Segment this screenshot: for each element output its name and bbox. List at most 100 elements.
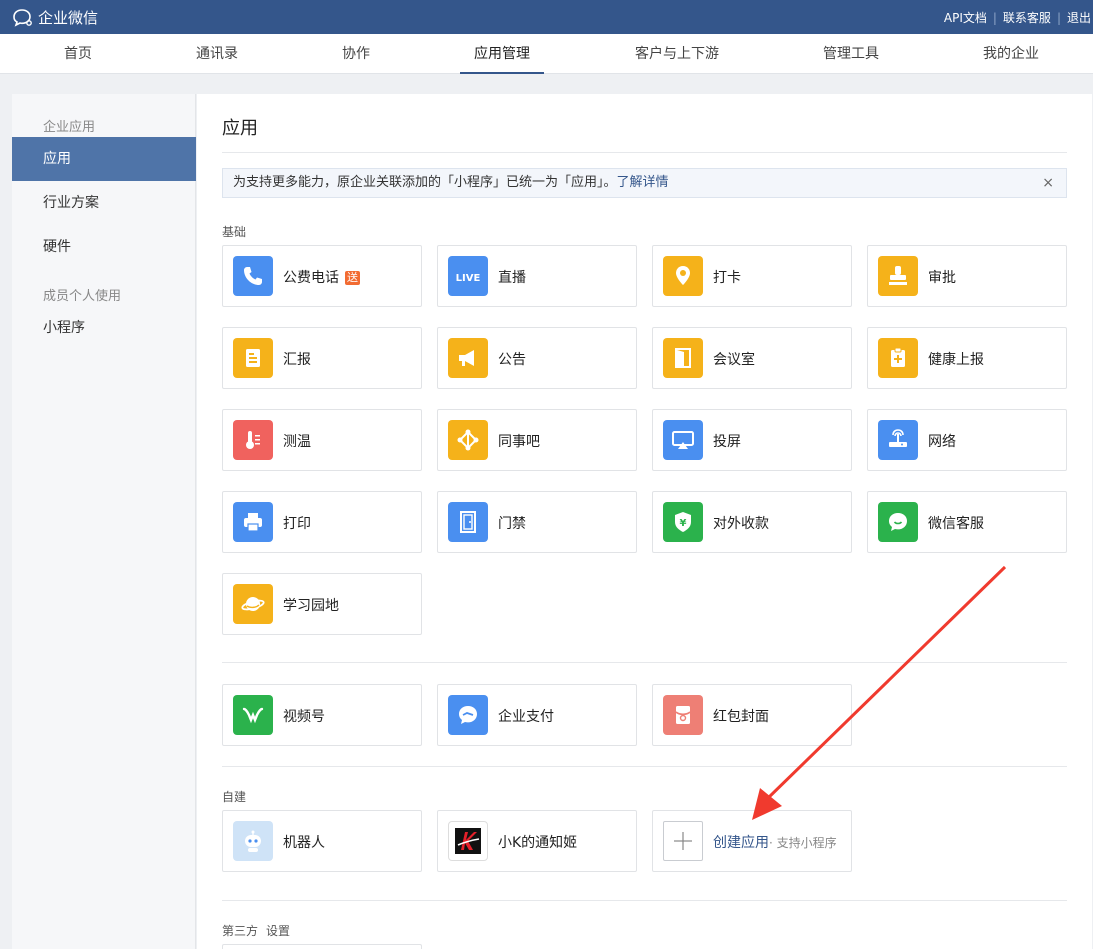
sidebar: 企业应用 应用 行业方案 硬件 成员个人使用 小程序 xyxy=(12,94,196,949)
notice-banner: 为支持更多能力，原企业关联添加的「小程序」已统一为「应用」。了解详情 × xyxy=(222,168,1067,198)
third-party-settings-link[interactable]: 设置 xyxy=(266,924,290,938)
app-card-live[interactable]: LIVE 直播 xyxy=(437,245,637,307)
megaphone-icon xyxy=(448,338,488,378)
learn-more-link[interactable]: 了解详情 xyxy=(617,175,669,190)
svg-text:¥: ¥ xyxy=(680,518,687,529)
divider xyxy=(222,766,1067,767)
app-name: 会议室 xyxy=(713,352,755,368)
logo[interactable]: 企业微信 xyxy=(12,7,98,28)
app-name: 公告 xyxy=(498,352,526,368)
app-card-access-control[interactable]: 门禁 xyxy=(437,491,637,553)
tab-contacts[interactable]: 通讯录 xyxy=(196,34,238,74)
app-card-robot[interactable]: 机器人 xyxy=(222,810,422,872)
phone-icon xyxy=(233,256,273,296)
sidebar-item-mini-programs[interactable]: 小程序 xyxy=(12,306,196,350)
app-card-network[interactable]: 网络 xyxy=(867,409,1067,471)
sidebar-item-apps[interactable]: 应用 xyxy=(12,137,196,181)
app-name: 企业支付 xyxy=(498,709,554,725)
main-content: 应用 为支持更多能力，原企业关联添加的「小程序」已统一为「应用」。了解详情 × … xyxy=(197,94,1092,949)
sidebar-item-industry-solutions[interactable]: 行业方案 xyxy=(12,181,196,225)
app-name: 直播 xyxy=(498,270,526,286)
app-card-third-party[interactable] xyxy=(222,944,422,949)
app-card-public-phone[interactable]: 公费电话送 xyxy=(222,245,422,307)
app-name: 门禁 xyxy=(498,516,526,532)
top-bar: 企业微信 API文档 | 联系客服 | 退出 xyxy=(0,0,1093,34)
svg-text:LIVE: LIVE xyxy=(456,273,481,284)
report-icon xyxy=(233,338,273,378)
app-card-external-payment[interactable]: ¥ 对外收款 xyxy=(652,491,852,553)
app-card-report[interactable]: 汇报 xyxy=(222,327,422,389)
app-card-enterprise-pay[interactable]: 企业支付 xyxy=(437,684,637,746)
wecom-logo-icon xyxy=(13,8,32,27)
divider xyxy=(222,152,1067,153)
sidebar-section-enterprise-apps: 企业应用 xyxy=(43,120,96,135)
logout-link[interactable]: 退出 xyxy=(1067,9,1091,26)
app-card-colleague-forum[interactable]: 同事吧 xyxy=(437,409,637,471)
separator: | xyxy=(1056,10,1061,25)
create-app-button[interactable]: 创建应用· 支持小程序 xyxy=(652,810,852,872)
health-clipboard-icon xyxy=(878,338,918,378)
yuan-shield-icon: ¥ xyxy=(663,502,703,542)
app-name: 投屏 xyxy=(713,434,741,450)
app-name: 测温 xyxy=(283,434,311,450)
channels-icon xyxy=(233,695,273,735)
app-card-k-notifier[interactable]: 小K的通知姬 xyxy=(437,810,637,872)
app-card-approval[interactable]: 审批 xyxy=(867,245,1067,307)
create-app-sub: · 支持小程序 xyxy=(769,836,837,850)
app-name: 汇报 xyxy=(283,352,311,368)
gift-badge: 送 xyxy=(345,271,360,285)
app-name: 视频号 xyxy=(283,709,325,725)
tab-customers[interactable]: 客户与上下游 xyxy=(635,34,719,74)
main-nav: 首页 通讯录 协作 应用管理 客户与上下游 管理工具 我的企业 xyxy=(0,34,1093,74)
app-card-wechat-service[interactable]: 微信客服 xyxy=(867,491,1067,553)
create-app-label: 创建应用 xyxy=(713,835,769,851)
sidebar-section-personal-use: 成员个人使用 xyxy=(43,289,122,304)
app-card-temperature[interactable]: 测温 xyxy=(222,409,422,471)
sidebar-item-hardware[interactable]: 硬件 xyxy=(12,225,196,269)
page-title: 应用 xyxy=(222,118,258,139)
app-name: 健康上报 xyxy=(928,352,984,368)
group-label-basic: 基础 xyxy=(222,225,247,239)
app-name: 打印 xyxy=(283,516,311,532)
location-pin-icon xyxy=(663,256,703,296)
app-name: 微信客服 xyxy=(928,516,984,532)
pay-icon xyxy=(448,695,488,735)
live-icon: LIVE xyxy=(448,256,488,296)
app-name: 机器人 xyxy=(283,835,325,851)
divider xyxy=(222,900,1067,901)
top-links: API文档 | 联系客服 | 退出 xyxy=(944,9,1091,26)
screencast-icon xyxy=(663,420,703,460)
app-card-print[interactable]: 打印 xyxy=(222,491,422,553)
access-door-icon xyxy=(448,502,488,542)
tab-collaboration[interactable]: 协作 xyxy=(342,34,370,74)
thermometer-icon xyxy=(233,420,273,460)
separator: | xyxy=(992,10,997,25)
door-icon xyxy=(663,338,703,378)
planet-icon xyxy=(233,584,273,624)
stamp-icon xyxy=(878,256,918,296)
app-card-channels[interactable]: 视频号 xyxy=(222,684,422,746)
app-card-check-in[interactable]: 打卡 xyxy=(652,245,852,307)
divider xyxy=(222,662,1067,663)
red-packet-icon xyxy=(663,695,703,735)
app-card-announcement[interactable]: 公告 xyxy=(437,327,637,389)
tab-app-management[interactable]: 应用管理 xyxy=(460,34,544,74)
tab-management-tools[interactable]: 管理工具 xyxy=(823,34,879,74)
notice-text: 为支持更多能力，原企业关联添加的「小程序」已统一为「应用」。 xyxy=(233,175,617,190)
app-name: 公费电话 xyxy=(283,270,339,286)
app-card-meeting-room[interactable]: 会议室 xyxy=(652,327,852,389)
app-card-learning[interactable]: 学习园地 xyxy=(222,573,422,635)
app-card-screencast[interactable]: 投屏 xyxy=(652,409,852,471)
app-card-red-packet-cover[interactable]: 红包封面 xyxy=(652,684,852,746)
contact-support-link[interactable]: 联系客服 xyxy=(1003,9,1051,26)
app-name: 网络 xyxy=(928,434,956,450)
tab-home[interactable]: 首页 xyxy=(64,34,92,74)
api-docs-link[interactable]: API文档 xyxy=(944,9,987,26)
tab-my-enterprise[interactable]: 我的企业 xyxy=(983,34,1039,74)
plus-icon xyxy=(663,821,703,861)
app-name: 审批 xyxy=(928,270,956,286)
close-icon[interactable]: × xyxy=(1042,169,1054,197)
app-name: 红包封面 xyxy=(713,709,769,725)
app-card-health-report[interactable]: 健康上报 xyxy=(867,327,1067,389)
robot-icon xyxy=(233,821,273,861)
